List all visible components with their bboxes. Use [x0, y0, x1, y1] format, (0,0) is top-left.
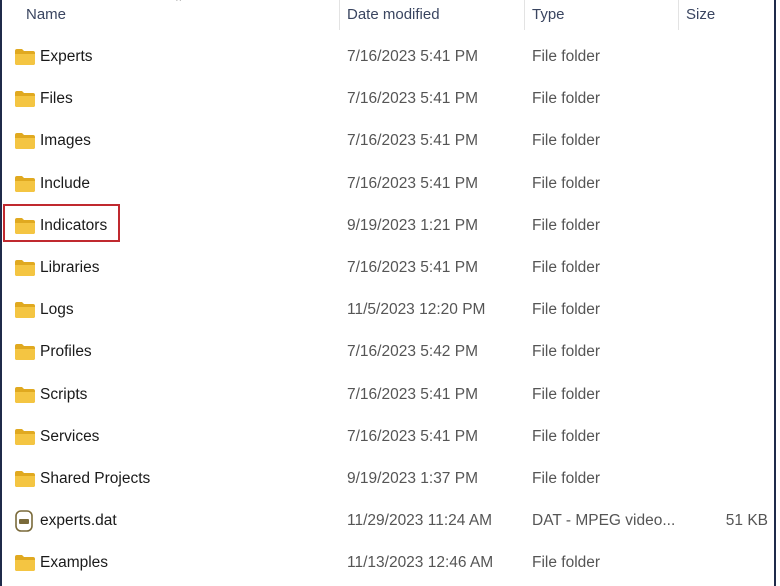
sort-indicator-icon: ⌃ [174, 0, 184, 9]
column-header-date-modified[interactable]: Date modified [347, 6, 440, 23]
folder-icon [14, 343, 36, 361]
file-list-row[interactable]: Logs 11/5/2023 12:20 PM File folder [2, 289, 778, 331]
date-modified-cell: 7/16/2023 5:41 PM [347, 90, 478, 108]
name-cell: Examples [14, 542, 108, 584]
type-cell: File folder [532, 48, 601, 65]
file-list-row[interactable]: Profiles 7/16/2023 5:42 PM File folder [2, 331, 778, 373]
date-modified-cell: 11/29/2023 11:24 AM [347, 512, 493, 530]
name-cell: Shared Projects [14, 458, 150, 500]
folder-icon [14, 386, 36, 404]
column-header-name[interactable]: Name [26, 6, 66, 23]
file-list-row[interactable]: Files 7/16/2023 5:41 PM File folder [2, 78, 778, 120]
type-cell: File folder [532, 343, 601, 361]
file-name: experts.dat [40, 512, 117, 530]
column-divider[interactable] [339, 0, 340, 30]
name-cell: Files [14, 78, 73, 120]
column-header-type[interactable]: Type [532, 6, 565, 23]
file-name: Files [40, 90, 73, 108]
type-cell: File folder [532, 174, 601, 192]
type-cell: File folder [532, 90, 601, 108]
type-cell: File folder [532, 427, 601, 445]
folder-icon [14, 132, 36, 150]
date-modified-cell: 7/16/2023 5:41 PM [347, 385, 478, 403]
date-modified-cell: 7/16/2023 5:41 PM [347, 259, 478, 276]
file-list-row[interactable]: Scripts 7/16/2023 5:41 PM File folder [2, 374, 778, 416]
name-cell: Include [14, 163, 90, 205]
folder-icon [14, 301, 36, 319]
name-cell: Libraries [14, 247, 99, 289]
type-cell: File folder [532, 132, 601, 150]
date-modified-cell: 9/19/2023 1:37 PM [347, 470, 478, 487]
type-cell: File folder [532, 385, 601, 403]
name-cell: Services [14, 416, 99, 458]
name-cell: Scripts [14, 374, 87, 416]
name-cell: Profiles [14, 331, 92, 373]
file-name: Logs [40, 301, 74, 319]
folder-icon [14, 428, 36, 446]
date-modified-cell: 7/16/2023 5:41 PM [347, 48, 478, 65]
file-list-row[interactable]: Examples 11/13/2023 12:46 AM File folder [2, 542, 778, 584]
column-header-size[interactable]: Size [686, 6, 715, 23]
date-modified-cell: 11/5/2023 12:20 PM [347, 301, 486, 319]
file-name: Include [40, 174, 90, 192]
date-modified-cell: 7/16/2023 5:41 PM [347, 174, 478, 192]
name-cell: Images [14, 120, 91, 162]
name-cell: Experts [14, 36, 93, 78]
file-name: Indicators [40, 216, 108, 234]
date-modified-cell: 9/19/2023 1:21 PM [347, 216, 478, 234]
column-divider[interactable] [524, 0, 525, 30]
type-cell: DAT - MPEG video... [532, 512, 676, 530]
file-list-row[interactable]: Libraries 7/16/2023 5:41 PM File folder [2, 247, 778, 289]
type-cell: File folder [532, 301, 601, 319]
dat-file-icon [14, 510, 36, 532]
file-name: Experts [40, 48, 93, 65]
file-list-row[interactable]: experts.dat 11/29/2023 11:24 AM DAT - MP… [2, 500, 778, 542]
file-list-row[interactable]: Experts 7/16/2023 5:41 PM File folder [2, 36, 778, 78]
size-cell: 51 KB [725, 512, 768, 530]
folder-icon [14, 470, 36, 488]
date-modified-cell: 11/13/2023 12:46 AM [347, 554, 494, 572]
file-name: Images [40, 132, 91, 150]
file-explorer-window: ⌃ Name Date modified Type Size Experts 7… [0, 0, 776, 586]
name-cell: Logs [14, 289, 74, 331]
file-list-row[interactable]: Shared Projects 9/19/2023 1:37 PM File f… [2, 458, 778, 500]
file-name: Scripts [40, 385, 88, 403]
file-list-row[interactable]: Include 7/16/2023 5:41 PM File folder [2, 163, 778, 205]
folder-icon [14, 217, 36, 235]
folder-icon [14, 48, 36, 66]
column-divider[interactable] [678, 0, 679, 30]
folder-icon [14, 554, 36, 572]
column-header-row: ⌃ Name Date modified Type Size [2, 0, 774, 30]
folder-icon [14, 175, 36, 193]
name-cell: Indicators [14, 205, 107, 247]
folder-icon [14, 90, 36, 108]
type-cell: File folder [532, 470, 601, 487]
type-cell: File folder [532, 216, 601, 234]
date-modified-cell: 7/16/2023 5:41 PM [347, 132, 478, 150]
file-list-row[interactable]: Indicators 9/19/2023 1:21 PM File folder [2, 205, 778, 247]
file-name: Services [40, 427, 100, 445]
file-name: Examples [40, 554, 109, 572]
file-list-row[interactable]: Images 7/16/2023 5:41 PM File folder [2, 120, 778, 162]
folder-icon [14, 259, 36, 277]
type-cell: File folder [532, 554, 601, 572]
file-name: Shared Projects [40, 470, 151, 487]
name-cell: experts.dat [14, 500, 117, 542]
date-modified-cell: 7/16/2023 5:42 PM [347, 343, 478, 361]
file-name: Profiles [40, 343, 92, 361]
type-cell: File folder [532, 259, 601, 276]
file-list-row[interactable]: Services 7/16/2023 5:41 PM File folder [2, 416, 778, 458]
date-modified-cell: 7/16/2023 5:41 PM [347, 427, 478, 445]
file-name: Libraries [40, 259, 100, 276]
